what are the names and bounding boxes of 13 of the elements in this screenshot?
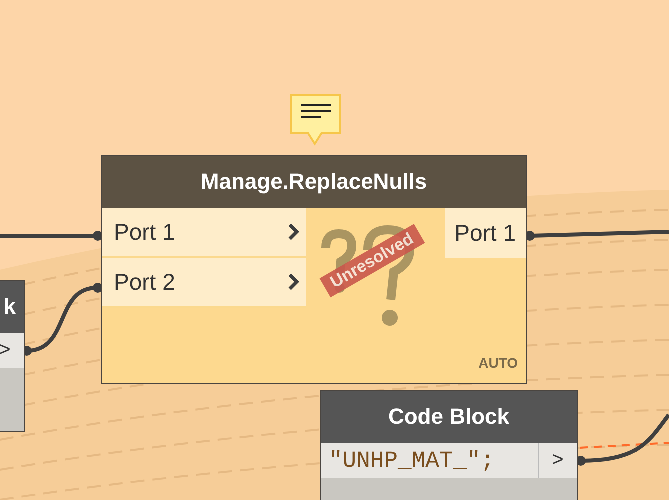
chevron-icon: [288, 223, 300, 241]
node-title: Code Block: [321, 391, 577, 443]
comment-icon[interactable]: [289, 93, 343, 147]
output-port-button[interactable]: >: [539, 443, 577, 478]
code-field[interactable]: "UNHP_MAT_";: [321, 443, 539, 478]
node-title: Manage.ReplaceNulls: [102, 156, 526, 208]
run-mode-label: AUTO: [478, 355, 518, 371]
input-port[interactable]: Port 2: [102, 258, 306, 308]
node-title: k: [0, 281, 24, 333]
chevron-icon: [288, 273, 300, 291]
output-port[interactable]: Port 1: [444, 208, 526, 258]
output-port-button[interactable]: >: [0, 333, 24, 368]
input-port[interactable]: Port 1: [102, 208, 306, 258]
